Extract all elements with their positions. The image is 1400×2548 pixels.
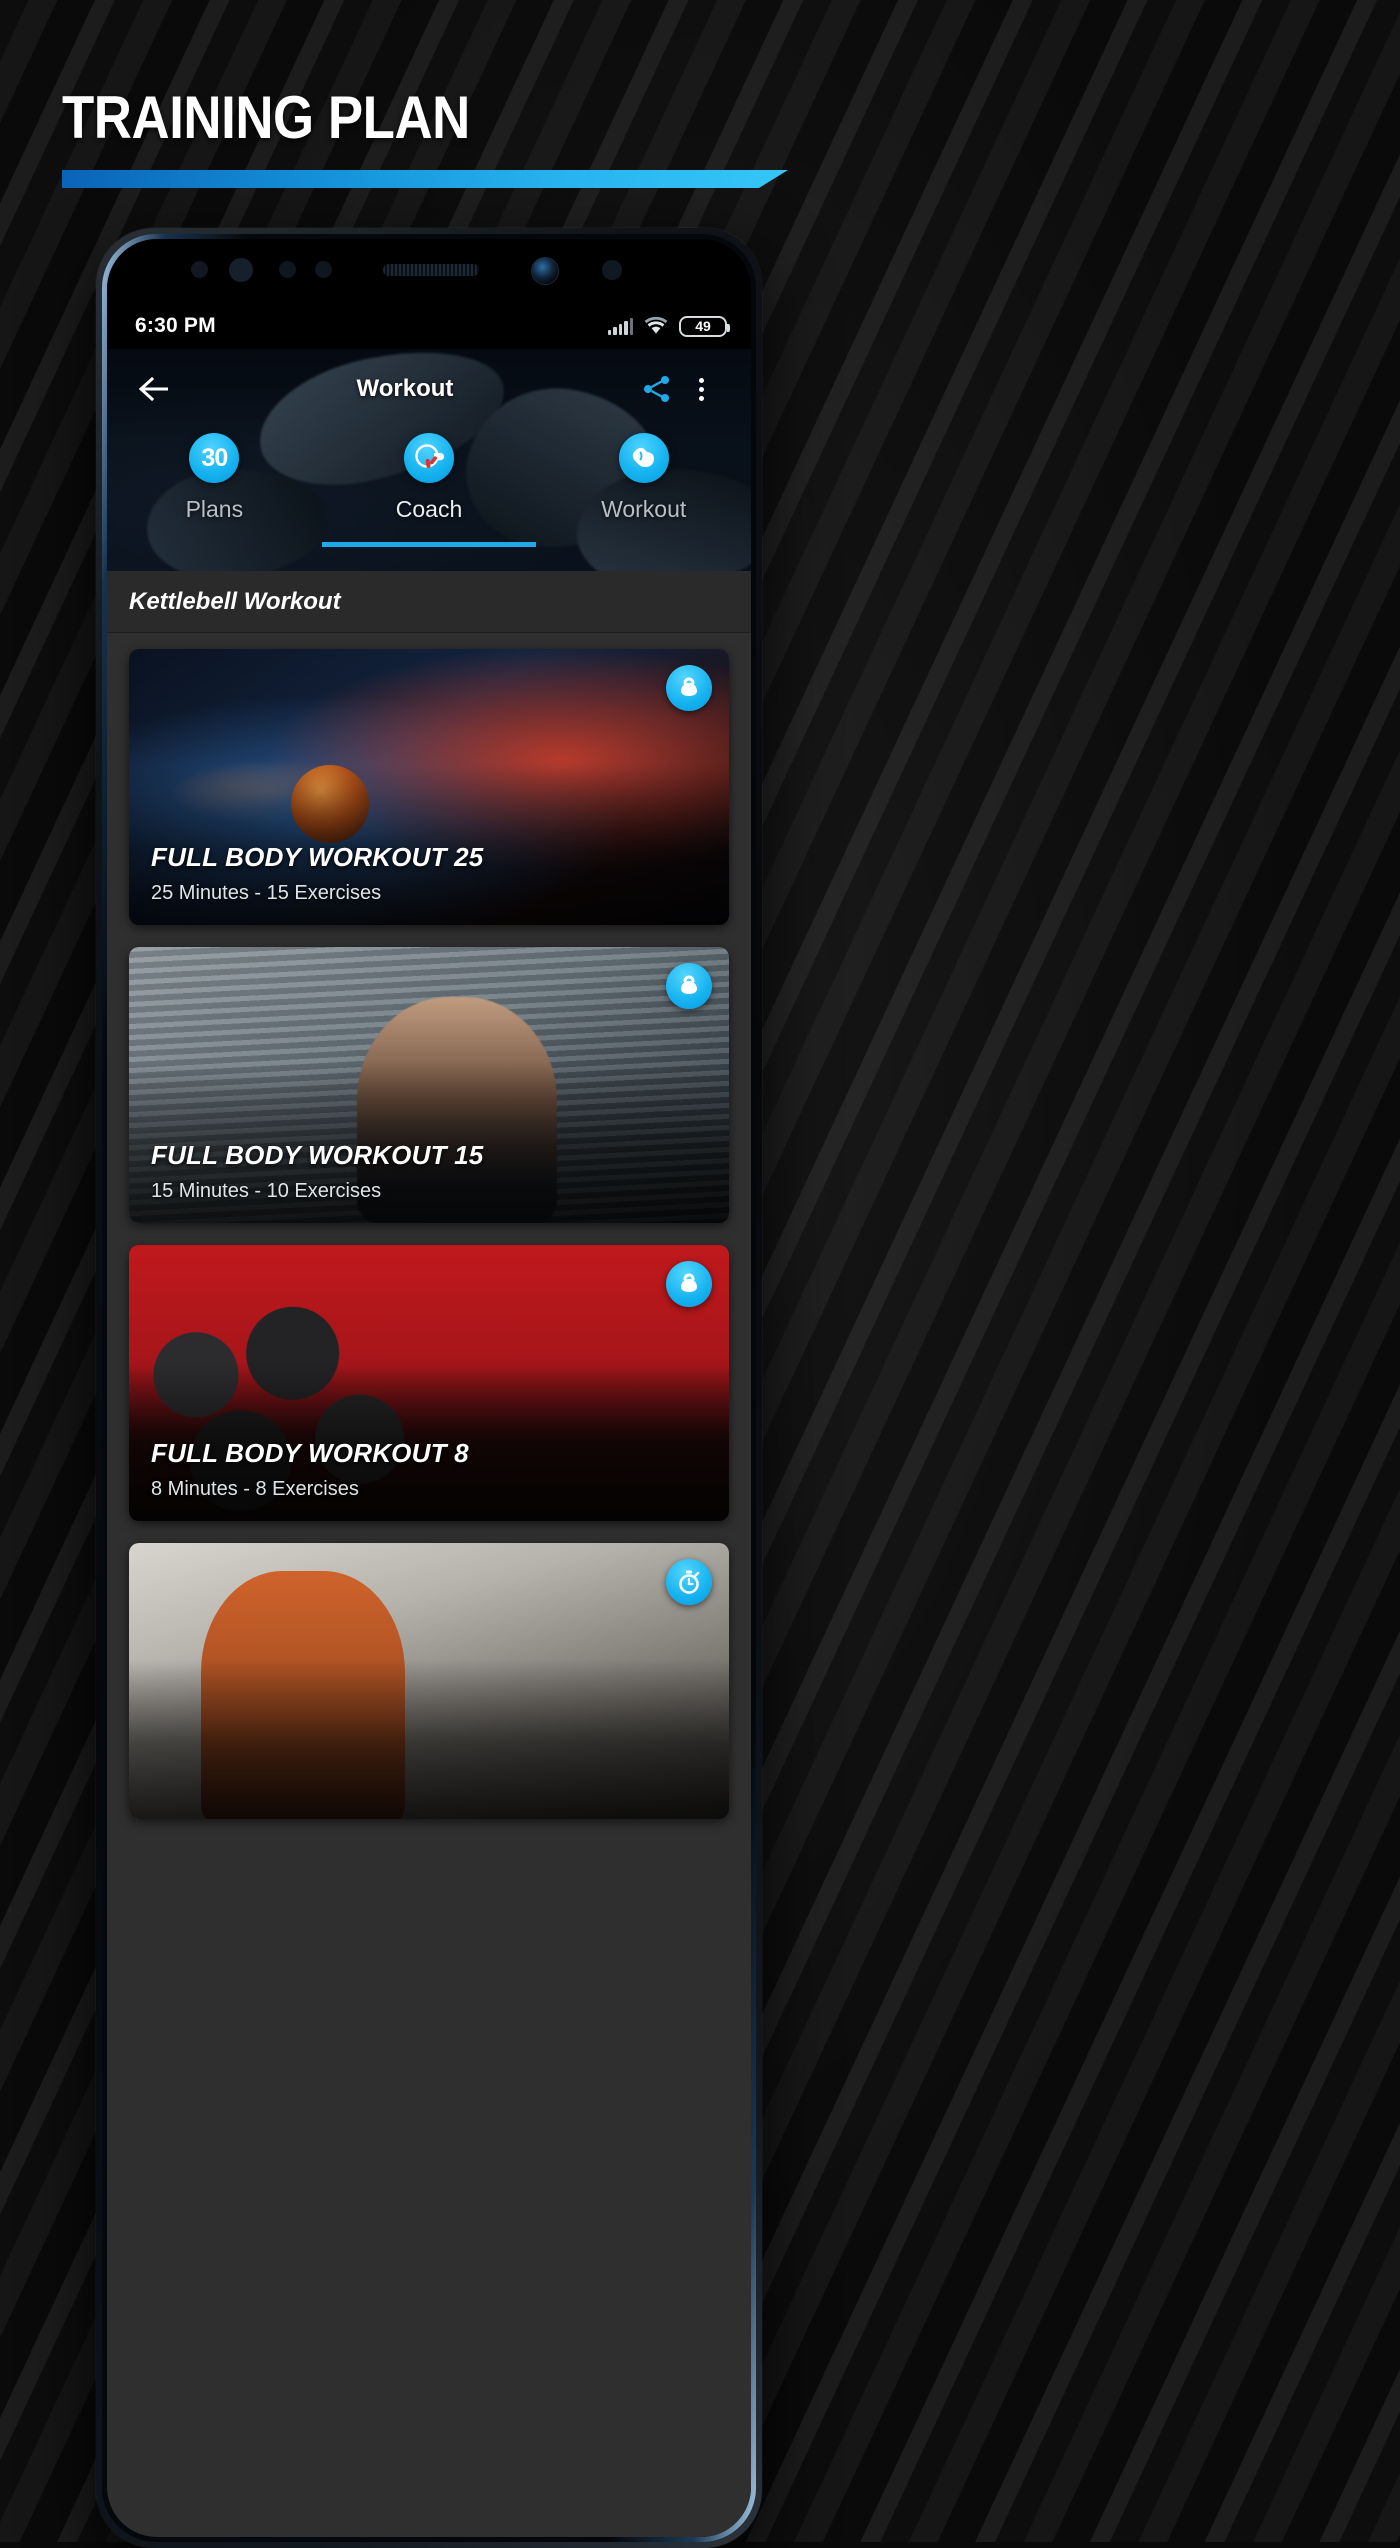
workout-meta: 15 Minutes - 10 Exercises <box>151 1180 382 1202</box>
status-clock: 6:30 PM <box>135 314 216 337</box>
tab-coach[interactable]: Coach <box>322 429 537 547</box>
earpiece-speaker-icon <box>383 264 479 276</box>
workout-meta: 8 Minutes - 8 Exercises <box>151 1478 359 1500</box>
share-icon[interactable] <box>635 367 679 411</box>
tab-bar: 30 Plans Coach Workout <box>107 429 751 547</box>
workout-name: FULL BODY WORKOUT 8 <box>151 1438 469 1468</box>
tab-workout-label: Workout <box>601 496 687 522</box>
tab-plans[interactable]: 30 Plans <box>107 429 322 547</box>
app-hero-header: Workout 30 Plans Coach Workout <box>107 349 751 571</box>
tab-plans-badge: 30 <box>201 443 228 472</box>
section-heading: Kettlebell Workout <box>107 571 751 633</box>
kettlebell-icon <box>666 1261 712 1307</box>
more-vertical-icon[interactable] <box>679 367 723 411</box>
app-bar-title: Workout <box>356 375 454 402</box>
workout-card[interactable]: FULL BODY WORKOUT 25 25 Minutes - 15 Exe… <box>129 649 729 925</box>
whistle-icon <box>404 433 454 483</box>
proximity-sensor-icon <box>229 258 253 282</box>
app-bar: Workout <box>107 349 751 429</box>
status-bar: 6:30 PM 49 <box>107 303 751 349</box>
tab-active-indicator <box>321 542 537 547</box>
calendar-30-icon: 30 <box>189 433 240 483</box>
kettlebell-icon <box>666 665 712 711</box>
workout-card[interactable]: FULL BODY WORKOUT 15 15 Minutes - 10 Exe… <box>129 947 729 1223</box>
workout-name: FULL BODY WORKOUT 25 <box>151 842 484 872</box>
battery-level: 49 <box>695 318 711 334</box>
back-arrow-icon[interactable] <box>135 369 175 409</box>
workout-meta: 25 Minutes - 15 Exercises <box>151 882 382 904</box>
cellular-signal-icon <box>607 317 633 335</box>
workout-name: FULL BODY WORKOUT 15 <box>151 1140 484 1170</box>
tab-coach-label: Coach <box>395 496 463 522</box>
tab-plans-label: Plans <box>185 496 244 522</box>
workout-card[interactable] <box>129 1543 729 1819</box>
battery-icon: 49 <box>679 315 730 337</box>
workout-card[interactable]: FULL BODY WORKOUT 8 8 Minutes - 8 Exerci… <box>129 1245 729 1521</box>
sensor-dot-icon <box>279 261 296 278</box>
workout-list[interactable]: FULL BODY WORKOUT 25 25 Minutes - 15 Exe… <box>107 633 751 2537</box>
wifi-icon <box>644 317 668 334</box>
sensor-dot-icon <box>191 261 208 278</box>
sensor-dot-icon <box>315 261 332 278</box>
stopwatch-icon <box>666 1559 712 1605</box>
page-heading: TRAINING PLAN <box>62 88 802 188</box>
phone-screen: 6:30 PM 49 Workout 30 Plans Coach Workou… <box>107 239 751 2537</box>
title-underline <box>62 170 788 188</box>
kettlebell-icon <box>666 963 712 1009</box>
status-icons: 49 <box>607 315 730 337</box>
front-camera-icon <box>531 257 559 285</box>
sensor-dot-icon <box>602 260 622 280</box>
tab-workout[interactable]: Workout <box>536 429 751 547</box>
phone-sensor-row <box>107 239 751 303</box>
page-title: TRAINING PLAN <box>62 84 470 151</box>
biceps-icon <box>618 433 669 483</box>
phone-mockup: 6:30 PM 49 Workout 30 Plans Coach Workou… <box>96 228 762 2548</box>
